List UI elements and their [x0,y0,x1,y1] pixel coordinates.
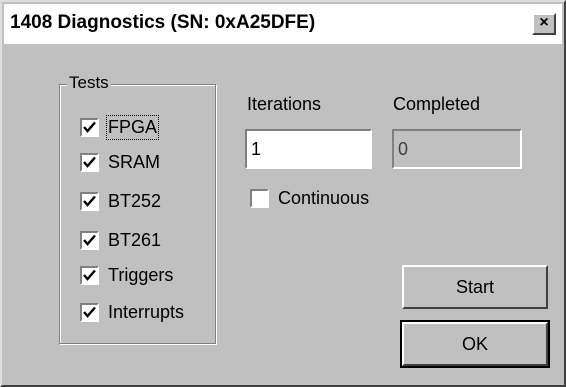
checkmark-icon [83,269,96,281]
checkbox-box[interactable] [80,152,99,172]
checkbox-box[interactable] [80,191,99,211]
test-checkbox-bt252[interactable]: BT252 [80,190,161,212]
checkmark-icon [83,156,96,168]
iterations-input[interactable] [245,129,372,169]
test-checkbox-interrupts[interactable]: Interrupts [80,301,184,323]
checkbox-box[interactable] [80,230,99,250]
completed-label: Completed [393,94,481,114]
title-bar[interactable]: 1408 Diagnostics (SN: 0xA25DFE) × [4,4,562,44]
checkbox-label[interactable]: BT252 [108,191,161,212]
completed-field [392,129,522,169]
checkbox-box[interactable] [80,117,99,137]
test-checkbox-triggers[interactable]: Triggers [80,264,173,286]
checkbox-label[interactable]: Triggers [108,265,173,286]
checkbox-box[interactable] [250,188,269,208]
iterations-label: Iterations [247,94,322,114]
checkbox-label[interactable]: SRAM [108,152,160,173]
checkmark-icon [83,121,96,133]
ok-button[interactable]: OK [400,320,550,368]
checkbox-label[interactable]: BT261 [108,230,161,251]
checkbox-box[interactable] [80,302,99,322]
checkbox-box[interactable] [80,265,99,285]
start-button[interactable]: Start [402,265,548,309]
test-checkbox-bt261[interactable]: BT261 [80,229,161,251]
continuous-checkbox[interactable]: Continuous [250,187,369,209]
test-checkbox-sram[interactable]: SRAM [80,151,160,173]
window-title: 1408 Diagnostics (SN: 0xA25DFE) [10,12,316,33]
diagnostics-dialog: 1408 Diagnostics (SN: 0xA25DFE) × Tests … [0,0,566,387]
checkbox-label[interactable]: Continuous [278,188,369,209]
checkmark-icon [83,234,96,246]
checkmark-icon [83,195,96,207]
tests-group-label: Tests [67,73,111,93]
checkmark-icon [83,306,96,318]
checkbox-label[interactable]: Interrupts [108,302,184,323]
test-checkbox-fpga[interactable]: FPGA [80,114,160,140]
checkbox-label[interactable]: FPGA [105,114,160,140]
close-icon: × [539,14,549,31]
close-button[interactable]: × [532,13,556,35]
